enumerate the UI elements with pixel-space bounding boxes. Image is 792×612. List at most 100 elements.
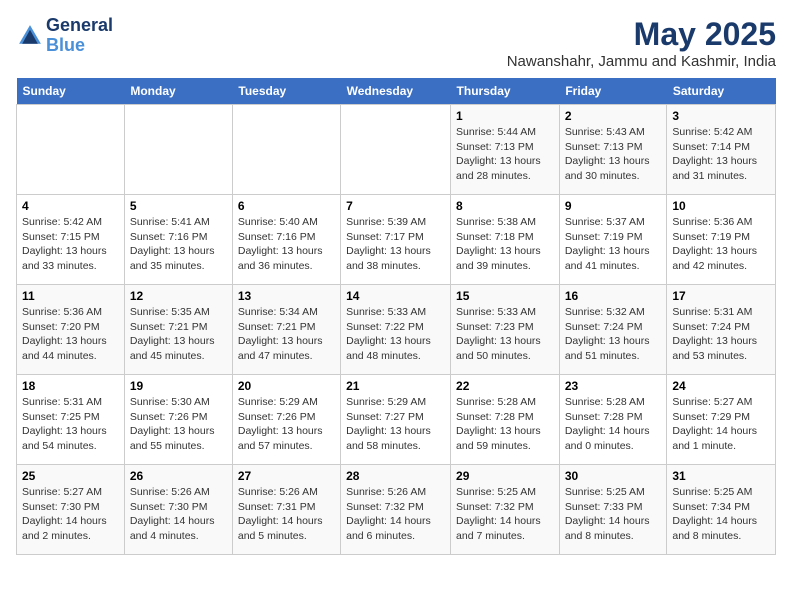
sunrise-time: 5:30 AM — [171, 396, 210, 408]
sunset-time: 7:23 PM — [495, 321, 534, 333]
day-info: Sunrise: 5:32 AM Sunset: 7:24 PM Dayligh… — [565, 305, 662, 364]
day-number: 9 — [565, 199, 662, 213]
logo-icon — [16, 22, 44, 50]
sunrise-label: Sunrise: — [238, 396, 279, 408]
sunset-label: Sunset: — [238, 231, 277, 243]
sunrise-label: Sunrise: — [346, 486, 387, 498]
sunset-label: Sunset: — [346, 411, 385, 423]
day-info: Sunrise: 5:43 AM Sunset: 7:13 PM Dayligh… — [565, 125, 662, 184]
sunset-label: Sunset: — [565, 231, 604, 243]
week-row-2: 11 Sunrise: 5:36 AM Sunset: 7:20 PM Dayl… — [17, 285, 776, 375]
day-number: 15 — [456, 289, 554, 303]
calendar-cell: 29 Sunrise: 5:25 AM Sunset: 7:32 PM Dayl… — [451, 465, 560, 555]
sunrise-label: Sunrise: — [672, 396, 713, 408]
calendar-cell: 9 Sunrise: 5:37 AM Sunset: 7:19 PM Dayli… — [559, 195, 667, 285]
daylight-label: Daylight: 13 hours and 54 minutes. — [22, 425, 107, 452]
sunset-label: Sunset: — [456, 501, 495, 513]
sunrise-time: 5:27 AM — [63, 486, 102, 498]
sunrise-label: Sunrise: — [672, 216, 713, 228]
day-info: Sunrise: 5:30 AM Sunset: 7:26 PM Dayligh… — [130, 395, 227, 454]
sunset-time: 7:29 PM — [711, 411, 750, 423]
day-number: 3 — [672, 109, 770, 123]
sunrise-label: Sunrise: — [238, 486, 279, 498]
sunrise-time: 5:26 AM — [388, 486, 427, 498]
sunset-time: 7:31 PM — [276, 501, 315, 513]
sunrise-time: 5:42 AM — [714, 126, 753, 138]
sunrise-time: 5:25 AM — [714, 486, 753, 498]
calendar-cell: 30 Sunrise: 5:25 AM Sunset: 7:33 PM Dayl… — [559, 465, 667, 555]
sunrise-label: Sunrise: — [456, 126, 497, 138]
sunrise-label: Sunrise: — [565, 486, 606, 498]
daylight-label: Daylight: 13 hours and 28 minutes. — [456, 155, 541, 182]
daylight-label: Daylight: 13 hours and 48 minutes. — [346, 335, 431, 362]
daylight-label: Daylight: 13 hours and 51 minutes. — [565, 335, 650, 362]
sunrise-time: 5:37 AM — [606, 216, 645, 228]
calendar-cell: 17 Sunrise: 5:31 AM Sunset: 7:24 PM Dayl… — [667, 285, 776, 375]
day-info: Sunrise: 5:39 AM Sunset: 7:17 PM Dayligh… — [346, 215, 445, 274]
sunset-label: Sunset: — [346, 231, 385, 243]
day-info: Sunrise: 5:27 AM Sunset: 7:30 PM Dayligh… — [22, 485, 119, 544]
sunset-label: Sunset: — [22, 321, 61, 333]
day-info: Sunrise: 5:29 AM Sunset: 7:26 PM Dayligh… — [238, 395, 335, 454]
week-row-1: 4 Sunrise: 5:42 AM Sunset: 7:15 PM Dayli… — [17, 195, 776, 285]
daylight-label: Daylight: 13 hours and 33 minutes. — [22, 245, 107, 272]
day-info: Sunrise: 5:25 AM Sunset: 7:32 PM Dayligh… — [456, 485, 554, 544]
sunset-label: Sunset: — [130, 411, 169, 423]
calendar-cell: 2 Sunrise: 5:43 AM Sunset: 7:13 PM Dayli… — [559, 105, 667, 195]
sunset-label: Sunset: — [565, 321, 604, 333]
sunrise-time: 5:36 AM — [63, 306, 102, 318]
sunset-time: 7:30 PM — [168, 501, 207, 513]
sunset-time: 7:19 PM — [603, 231, 642, 243]
sunrise-label: Sunrise: — [456, 396, 497, 408]
week-row-3: 18 Sunrise: 5:31 AM Sunset: 7:25 PM Dayl… — [17, 375, 776, 465]
sunset-label: Sunset: — [130, 231, 169, 243]
daylight-label: Daylight: 14 hours and 5 minutes. — [238, 515, 323, 542]
logo: General Blue — [16, 16, 113, 56]
calendar-cell: 27 Sunrise: 5:26 AM Sunset: 7:31 PM Dayl… — [232, 465, 340, 555]
sunset-label: Sunset: — [672, 231, 711, 243]
calendar-cell: 4 Sunrise: 5:42 AM Sunset: 7:15 PM Dayli… — [17, 195, 125, 285]
calendar-cell — [17, 105, 125, 195]
sunrise-label: Sunrise: — [672, 486, 713, 498]
calendar-cell: 23 Sunrise: 5:28 AM Sunset: 7:28 PM Dayl… — [559, 375, 667, 465]
calendar-cell: 22 Sunrise: 5:28 AM Sunset: 7:28 PM Dayl… — [451, 375, 560, 465]
daylight-label: Daylight: 13 hours and 55 minutes. — [130, 425, 215, 452]
day-number: 21 — [346, 379, 445, 393]
daylight-label: Daylight: 13 hours and 59 minutes. — [456, 425, 541, 452]
calendar-cell: 11 Sunrise: 5:36 AM Sunset: 7:20 PM Dayl… — [17, 285, 125, 375]
day-info: Sunrise: 5:33 AM Sunset: 7:22 PM Dayligh… — [346, 305, 445, 364]
day-info: Sunrise: 5:34 AM Sunset: 7:21 PM Dayligh… — [238, 305, 335, 364]
sunset-time: 7:13 PM — [603, 141, 642, 153]
calendar-cell: 6 Sunrise: 5:40 AM Sunset: 7:16 PM Dayli… — [232, 195, 340, 285]
sunrise-label: Sunrise: — [130, 486, 171, 498]
daylight-label: Daylight: 13 hours and 47 minutes. — [238, 335, 323, 362]
day-number: 23 — [565, 379, 662, 393]
sunrise-label: Sunrise: — [456, 486, 497, 498]
sunrise-label: Sunrise: — [346, 396, 387, 408]
sunset-label: Sunset: — [456, 231, 495, 243]
sunset-label: Sunset: — [565, 411, 604, 423]
day-info: Sunrise: 5:26 AM Sunset: 7:31 PM Dayligh… — [238, 485, 335, 544]
sunset-label: Sunset: — [672, 321, 711, 333]
day-number: 20 — [238, 379, 335, 393]
sunset-label: Sunset: — [456, 411, 495, 423]
calendar-cell: 18 Sunrise: 5:31 AM Sunset: 7:25 PM Dayl… — [17, 375, 125, 465]
sunrise-label: Sunrise: — [456, 306, 497, 318]
day-number: 14 — [346, 289, 445, 303]
sunset-time: 7:24 PM — [711, 321, 750, 333]
header-wednesday: Wednesday — [341, 78, 451, 105]
sunrise-label: Sunrise: — [346, 216, 387, 228]
day-number: 7 — [346, 199, 445, 213]
day-number: 26 — [130, 469, 227, 483]
calendar-cell: 19 Sunrise: 5:30 AM Sunset: 7:26 PM Dayl… — [124, 375, 232, 465]
sunrise-label: Sunrise: — [22, 306, 63, 318]
sunrise-time: 5:33 AM — [388, 306, 427, 318]
calendar-cell: 13 Sunrise: 5:34 AM Sunset: 7:21 PM Dayl… — [232, 285, 340, 375]
day-info: Sunrise: 5:29 AM Sunset: 7:27 PM Dayligh… — [346, 395, 445, 454]
daylight-label: Daylight: 14 hours and 8 minutes. — [672, 515, 757, 542]
sunrise-time: 5:27 AM — [714, 396, 753, 408]
sunrise-time: 5:29 AM — [388, 396, 427, 408]
sunset-time: 7:33 PM — [603, 501, 642, 513]
day-number: 10 — [672, 199, 770, 213]
sunset-time: 7:16 PM — [276, 231, 315, 243]
